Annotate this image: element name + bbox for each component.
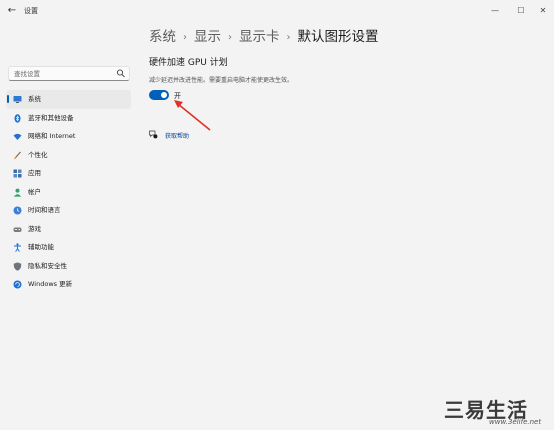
sidebar-item-personalization[interactable]: 个性化 [6,146,131,165]
sidebar-item-accounts[interactable]: 帐户 [6,183,131,202]
minimize-button[interactable]: — [484,3,506,19]
sidebar-item-bluetooth[interactable]: 蓝牙和其他设备 [6,109,131,128]
close-button[interactable]: ✕ [532,3,554,19]
maximize-button[interactable]: ☐ [510,3,532,19]
breadcrumb-display[interactable]: 显示 [194,29,221,45]
sidebar-item-label: 系统 [28,95,41,103]
accessibility-icon [14,243,21,252]
sidebar-item-label: 个性化 [28,150,48,159]
monitor-icon [13,96,22,103]
chevron-right-icon: › [183,32,187,43]
help-icon [149,130,158,139]
sidebar-item-windows-update[interactable]: Windows 更新 [6,275,131,294]
app-title: 设置 [24,7,38,15]
sidebar-item-apps[interactable]: 应用 [6,164,131,183]
bluetooth-icon [14,113,21,123]
toggle-knob [161,92,167,98]
sidebar-item-label: 游戏 [28,224,41,233]
apps-icon [13,169,22,178]
search-input[interactable] [14,68,114,79]
toggle-state-label: 开 [174,92,181,100]
title-bar: ← 设置 — ☐ ✕ [0,0,554,22]
sidebar-item-label: 时间和语言 [28,206,61,214]
sidebar-item-label: 帐户 [28,187,41,196]
sidebar-item-accessibility[interactable]: 辅助功能 [6,238,131,257]
person-icon [13,188,22,197]
nav-list: 系统 蓝牙和其他设备 网络和 Internet 个性化 应用 帐户 时间和语言 … [6,90,132,294]
section-title: 硬件加速 GPU 计划 [149,58,228,68]
chevron-right-icon: › [286,32,291,43]
sidebar-item-label: 辅助功能 [28,243,54,251]
search-icon[interactable] [116,68,126,79]
get-help-link[interactable]: 获取帮助 [165,131,189,140]
page-title: 默认图形设置 [297,29,379,45]
sidebar-item-network[interactable]: 网络和 Internet [6,127,131,146]
back-arrow-icon[interactable]: ← [6,5,18,17]
sidebar-item-label: Windows 更新 [28,280,73,288]
globe-clock-icon [13,206,22,215]
sidebar-item-label: 网络和 Internet [28,132,76,140]
sidebar-item-privacy[interactable]: 隐私和安全性 [6,257,131,276]
sidebar: 系统 蓝牙和其他设备 网络和 Internet 个 [0,22,140,430]
search-box[interactable] [8,66,130,81]
breadcrumb-system[interactable]: 系统 [149,29,176,45]
settings-window: ← 设置 — ☐ ✕ 系统 [0,0,554,430]
brush-icon [14,151,21,159]
sidebar-item-time-language[interactable]: 时间和语言 [6,201,131,220]
gpu-scheduling-toggle[interactable] [149,90,169,100]
sidebar-item-gaming[interactable]: 游戏 [6,220,131,239]
breadcrumb: 系统 › 显示 › 显示卡 › 默认图形设置 [149,25,379,45]
section-description: 减少延迟并改进性能。需要重启电脑才能使更改生效。 [149,77,294,84]
sidebar-item-label: 蓝牙和其他设备 [28,113,74,122]
breadcrumb-graphics[interactable]: 显示卡 [239,29,280,45]
shield-icon [13,261,22,271]
sidebar-item-label: 隐私和安全性 [28,261,67,270]
sidebar-item-label: 应用 [28,169,41,177]
chevron-right-icon: › [228,32,232,43]
gamepad-icon [13,227,22,232]
update-icon [13,280,22,289]
wifi-icon [13,133,22,140]
watermark-url: www.3elife.net [489,418,542,426]
sidebar-item-system[interactable]: 系统 [6,90,131,109]
